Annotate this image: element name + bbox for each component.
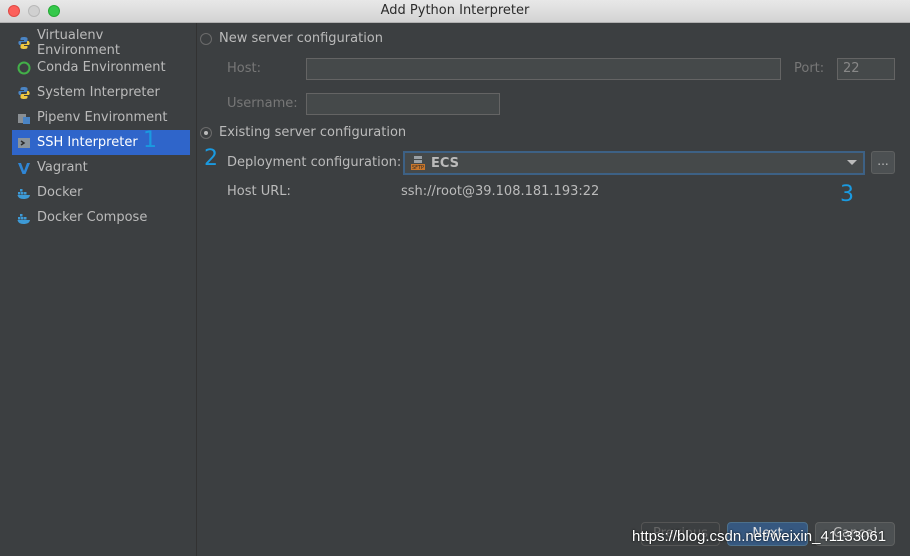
sidebar-item-conda[interactable]: Conda Environment — [12, 55, 190, 80]
vagrant-icon — [16, 160, 32, 176]
pipenv-icon — [16, 110, 32, 126]
annotation-3: 3 — [840, 182, 854, 207]
deployment-configuration-value: ECS — [431, 155, 460, 171]
annotation-2: 2 — [204, 146, 218, 171]
sidebar-item-label: SSH Interpreter — [37, 135, 138, 150]
python-icon — [16, 35, 32, 51]
title-bar: Add Python Interpreter — [0, 0, 910, 23]
existing-server-radio-label: Existing server configuration — [219, 125, 407, 140]
sidebar-item-docker[interactable]: Docker — [12, 180, 190, 205]
deployment-configuration-dropdown[interactable]: SFTP ECS — [403, 151, 865, 175]
sidebar-item-vagrant[interactable]: Vagrant — [12, 155, 190, 180]
sftp-server-icon: SFTP — [410, 155, 426, 171]
ssh-icon — [16, 135, 32, 151]
chevron-down-icon — [847, 160, 857, 165]
watermark-url: https://blog.csdn.net/weixin_41133061 — [632, 528, 887, 545]
deployment-configuration-label: Deployment configuration: — [227, 155, 402, 170]
host-input[interactable] — [306, 58, 781, 80]
port-label: Port: — [794, 61, 825, 76]
new-server-radio-label: New server configuration — [219, 31, 384, 46]
sidebar-item-virtualenv[interactable]: Virtualenv Environment — [12, 27, 190, 58]
username-label: Username: — [227, 96, 298, 111]
host-url-value: ssh://root@39.108.181.193:22 — [401, 184, 600, 199]
sidebar-item-label: Docker — [37, 185, 83, 200]
sidebar-item-label: Pipenv Environment — [37, 110, 168, 125]
conda-icon — [16, 60, 32, 76]
docker-icon — [16, 185, 32, 201]
host-url-label: Host URL: — [227, 184, 291, 199]
sidebar-item-system-interpreter[interactable]: System Interpreter — [12, 80, 190, 105]
sidebar-item-label: System Interpreter — [37, 85, 160, 100]
sidebar-item-pipenv[interactable]: Pipenv Environment — [12, 105, 190, 130]
username-input[interactable] — [306, 93, 500, 115]
sidebar-item-docker-compose[interactable]: Docker Compose — [12, 205, 190, 230]
annotation-1: 1 — [143, 128, 157, 153]
sidebar-item-label: Docker Compose — [37, 210, 148, 225]
svg-text:SFTP: SFTP — [412, 165, 424, 171]
browse-deployment-button[interactable]: ... — [871, 151, 895, 174]
existing-server-radio[interactable]: Existing server configuration — [200, 125, 406, 140]
sidebar-item-ssh-interpreter[interactable]: SSH Interpreter — [12, 130, 190, 155]
radio-button[interactable] — [200, 32, 212, 45]
interpreter-type-sidebar: Virtualenv Environment Conda Environment… — [0, 23, 197, 556]
new-server-radio[interactable]: New server configuration — [200, 31, 383, 46]
sidebar-item-label: Conda Environment — [37, 60, 166, 75]
window-title: Add Python Interpreter — [380, 3, 530, 18]
radio-button[interactable] — [200, 126, 212, 139]
port-input[interactable]: 22 — [837, 58, 895, 80]
python-icon — [16, 85, 32, 101]
host-label: Host: — [227, 61, 261, 76]
sidebar-item-label: Vagrant — [37, 160, 88, 175]
sidebar-item-label: Virtualenv Environment — [36, 27, 120, 58]
docker-icon — [16, 210, 32, 226]
